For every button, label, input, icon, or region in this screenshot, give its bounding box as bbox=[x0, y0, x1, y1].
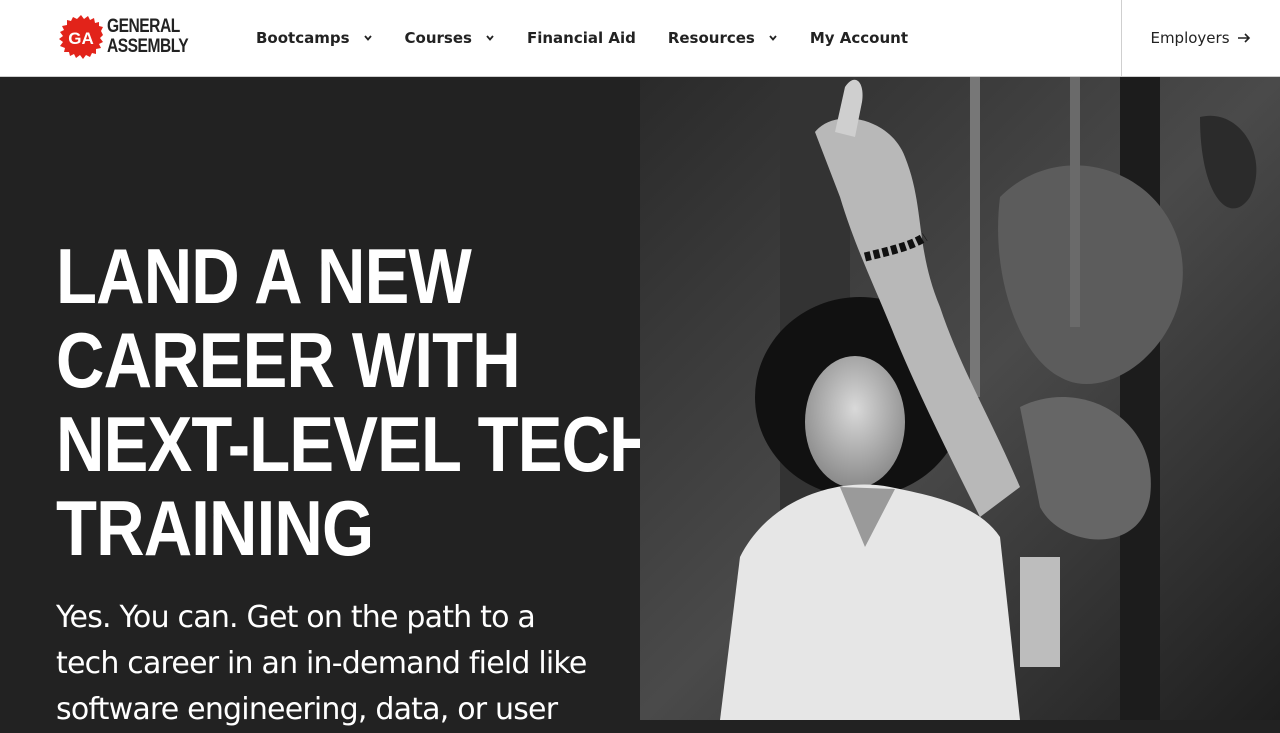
employers-link[interactable]: Employers bbox=[1121, 0, 1280, 76]
nav-item-resources[interactable]: Resources bbox=[668, 0, 778, 76]
general-assembly-logo[interactable]: GA GENERAL ASSEMBLY bbox=[59, 15, 189, 61]
nav-label: Courses bbox=[404, 29, 472, 47]
brand-wordmark: GENERAL ASSEMBLY bbox=[107, 16, 189, 57]
nav-label: Financial Aid bbox=[526, 29, 636, 47]
nav-item-my-account[interactable]: My Account bbox=[810, 0, 908, 76]
hero-title-line: TRAINING bbox=[56, 484, 374, 572]
hero-photo bbox=[640, 77, 1280, 720]
nav-label: Resources bbox=[667, 29, 755, 47]
chevron-down-icon bbox=[485, 33, 495, 43]
site-header: GA GENERAL ASSEMBLY Bootcamps Courses Fi… bbox=[0, 0, 1280, 77]
hero-subtitle: Yes. You can. Get on the path to a tech … bbox=[56, 600, 587, 727]
nav-label: My Account bbox=[809, 29, 909, 47]
brand-line-2: ASSEMBLY bbox=[107, 36, 189, 57]
hero-title: LAND A NEW CAREER WITH NEXT-LEVEL TECH T… bbox=[56, 232, 658, 572]
chevron-down-icon bbox=[363, 33, 373, 43]
employers-label: Employers bbox=[1150, 29, 1230, 47]
arrow-right-icon bbox=[1237, 32, 1252, 44]
hero-text-panel: LAND A NEW CAREER WITH NEXT-LEVEL TECH T… bbox=[0, 77, 658, 727]
hero-title-line: NEXT-LEVEL TECH bbox=[56, 400, 658, 488]
brand-line-1: GENERAL bbox=[107, 16, 180, 37]
hero-title-line: CAREER WITH bbox=[56, 316, 521, 404]
nav-label: Bootcamps bbox=[256, 29, 350, 47]
nav-item-bootcamps[interactable]: Bootcamps bbox=[256, 0, 373, 76]
nav-item-courses[interactable]: Courses bbox=[405, 0, 495, 76]
svg-text:GA: GA bbox=[68, 29, 94, 48]
chevron-down-icon bbox=[768, 33, 778, 43]
nav-item-financial-aid[interactable]: Financial Aid bbox=[527, 0, 636, 76]
hero-photo-illustration bbox=[640, 77, 1280, 720]
main-nav: Bootcamps Courses Financial Aid Resource… bbox=[256, 0, 940, 76]
ga-badge-icon: GA bbox=[59, 15, 103, 59]
hero-title-line: LAND A NEW bbox=[56, 232, 472, 320]
